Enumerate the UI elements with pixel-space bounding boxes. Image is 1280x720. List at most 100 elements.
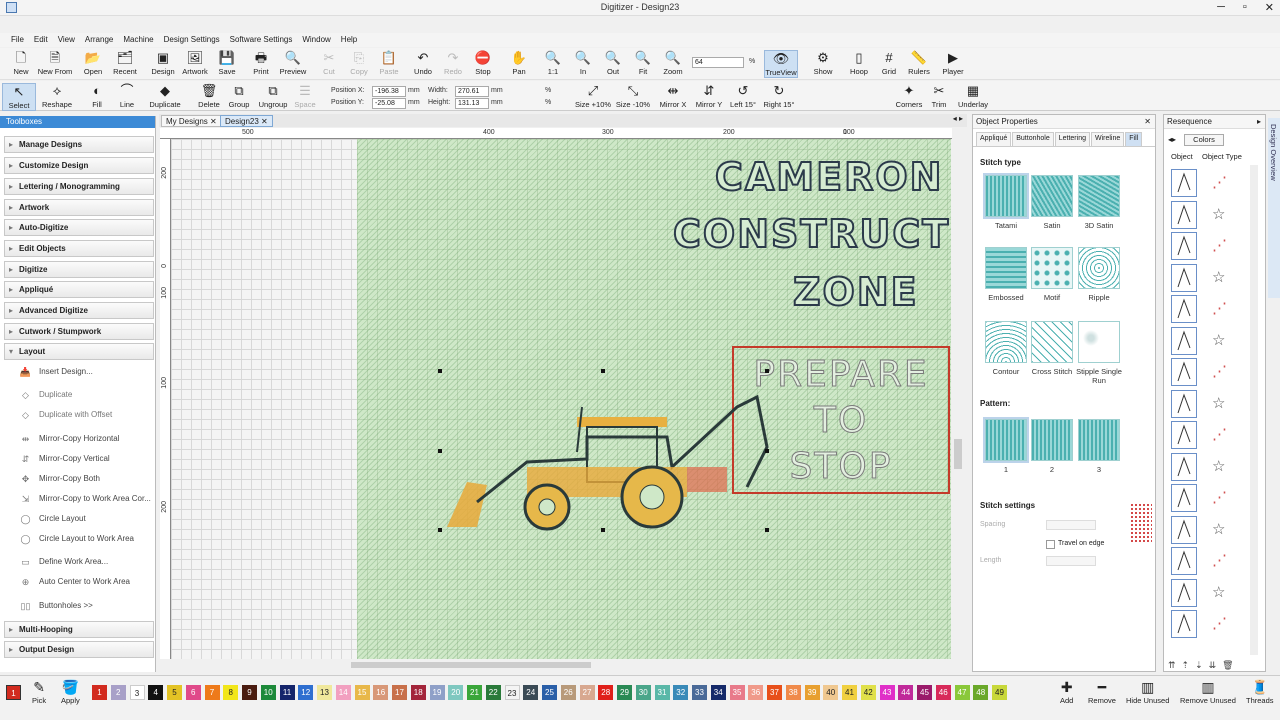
toolbox-digitize[interactable]: Digitize — [4, 261, 154, 278]
resequence-object-thumbnail[interactable] — [1171, 389, 1197, 418]
ungroup-tool-button[interactable]: ⧉ Ungroup — [256, 83, 290, 109]
show-button[interactable]: ⚙ Show — [806, 50, 840, 76]
size-10--button[interactable]: ⤡ Size -10% — [616, 83, 650, 109]
thread-color-chip[interactable]: 32 — [673, 685, 689, 700]
thread-color-chip[interactable]: 2 — [110, 685, 126, 700]
menu-design-settings[interactable]: Design Settings — [159, 33, 225, 47]
thread-color-chip[interactable]: 15 — [354, 685, 370, 700]
tab-scroll-icon[interactable]: ◂ ▸ — [953, 114, 963, 123]
group-tool-button[interactable]: ⧉ Group — [222, 83, 256, 109]
1-1-button[interactable]: 🔍 1:1 — [536, 50, 570, 76]
toolbox-appliqu-[interactable]: Appliqué — [4, 281, 154, 298]
space-tool-button[interactable]: ☰ Space — [288, 83, 322, 109]
select-tool-button[interactable]: ↖ Select — [2, 83, 36, 111]
thread-color-chip[interactable]: 37 — [767, 685, 782, 700]
thread-color-chip[interactable]: 28 — [598, 685, 614, 700]
thread-color-chip[interactable]: 1 — [92, 685, 107, 700]
tab-buttonhole[interactable]: Buttonhole — [1012, 132, 1054, 146]
apply-color-button[interactable]: 🪣 Apply — [61, 678, 80, 705]
thread-color-chip[interactable]: 8 — [223, 685, 239, 700]
thread-color-chip[interactable]: 27 — [579, 685, 595, 700]
selection-handle[interactable] — [438, 528, 442, 532]
selection-handle[interactable] — [765, 528, 769, 532]
pattern-1-swatch[interactable] — [983, 417, 1029, 463]
stitch-contour-swatch[interactable] — [985, 321, 1027, 363]
trueview-button[interactable]: 👁 TrueView — [764, 50, 798, 78]
tab-appliqu-[interactable]: Appliqué — [976, 132, 1012, 146]
thread-color-chip[interactable]: 30 — [635, 685, 651, 700]
thread-color-chip[interactable]: 40 — [823, 685, 839, 700]
resequence-object-thumbnail[interactable] — [1171, 200, 1197, 229]
thread-color-chip[interactable]: 25 — [542, 685, 557, 700]
resequence-object-thumbnail[interactable] — [1171, 578, 1197, 607]
trim-button[interactable]: ✂ Trim — [922, 83, 956, 109]
remove-unused-button[interactable]: ▥ Remove Unused — [1180, 678, 1236, 705]
thread-color-chip[interactable]: 43 — [879, 685, 895, 700]
thread-color-chip[interactable]: 6 — [185, 685, 201, 700]
layout-item-circle-layout-to-work-area[interactable]: ◯ Circle Layout to Work Area — [18, 533, 134, 545]
close-panel-icon[interactable]: ✕ — [1144, 115, 1151, 129]
tab-design23[interactable]: Design23 ✕ — [220, 115, 273, 127]
stitch-motif-swatch[interactable] — [1031, 247, 1073, 289]
thread-color-chip[interactable]: 33 — [692, 685, 707, 700]
layout-item-insert-design[interactable]: 📥 Insert Design... — [18, 366, 93, 378]
thread-color-chip[interactable]: 45 — [917, 685, 932, 700]
canvas-horizontal-scrollbar[interactable] — [171, 660, 951, 670]
toolbox-layout[interactable]: Layout — [4, 343, 154, 360]
thread-color-chip[interactable]: 29 — [617, 685, 632, 700]
resequence-toggle-icon[interactable]: ◂▸ — [1168, 135, 1176, 144]
selection-handle[interactable] — [438, 369, 442, 373]
thread-color-chip[interactable]: 44 — [898, 685, 914, 700]
selection-handle[interactable] — [765, 449, 769, 453]
resequence-object-thumbnail[interactable] — [1171, 515, 1197, 544]
menu-software-settings[interactable]: Software Settings — [225, 33, 298, 47]
delete-tool-button[interactable]: 🗑 Delete — [192, 83, 226, 109]
cut-button[interactable]: ✂ Cut — [312, 50, 346, 76]
resequence-object-thumbnail[interactable] — [1171, 263, 1197, 292]
stitch-satin-swatch[interactable] — [1031, 175, 1073, 217]
position-x-field[interactable]: -196.38 — [372, 86, 406, 97]
thread-color-chip[interactable]: 41 — [842, 685, 857, 700]
mirror-y-button[interactable]: ⇵ Mirror Y — [692, 83, 726, 109]
layout-item-mirror-copy-horizontal[interactable]: ⇹ Mirror-Copy Horizontal — [18, 433, 120, 445]
selection-handle[interactable] — [601, 369, 605, 373]
restore-icon[interactable]: ▫ — [1243, 1, 1247, 14]
line-tool-button[interactable]: ⌒ Line — [110, 83, 144, 109]
thread-color-chip[interactable]: 31 — [654, 685, 670, 700]
resequence-object-thumbnail[interactable] — [1171, 610, 1197, 638]
in-button[interactable]: 🔍 In — [566, 50, 600, 76]
selection-handle[interactable] — [438, 449, 442, 453]
toolbox-artwork[interactable]: Artwork — [4, 199, 154, 216]
thread-color-chip[interactable]: 39 — [804, 685, 820, 700]
pan-button[interactable]: ✋ Pan — [502, 50, 536, 76]
resequence-object-thumbnail[interactable] — [1171, 326, 1197, 355]
tab-lettering[interactable]: Lettering — [1054, 132, 1090, 146]
resequence-object-thumbnail[interactable] — [1171, 232, 1197, 260]
colors-button[interactable]: Colors — [1184, 134, 1224, 146]
toolbox-multi-hooping[interactable]: Multi-Hooping — [4, 621, 154, 638]
hide-unused-button[interactable]: ▥ Hide Unused — [1126, 678, 1169, 705]
resequence-object-thumbnail[interactable] — [1171, 484, 1197, 512]
stitch-3d-satin-swatch[interactable] — [1078, 175, 1120, 217]
reshape-tool-button[interactable]: ⟡ Reshape — [40, 83, 74, 109]
width-field[interactable]: 270.61 — [455, 86, 489, 97]
fill-tool-button[interactable]: ◐ Fill — [80, 83, 114, 109]
preview-button[interactable]: 🔍 Preview — [276, 50, 310, 76]
zoom-button[interactable]: 🔍 Zoom — [656, 50, 690, 76]
travel-on-edge-checkbox[interactable] — [1046, 540, 1055, 549]
minimize-icon[interactable]: ─ — [1217, 1, 1225, 14]
layout-item-duplicate[interactable]: ◇ Duplicate — [18, 389, 72, 401]
toolbox-cutwork-stumpwork[interactable]: Cutwork / Stumpwork — [4, 323, 154, 340]
resequence-object-thumbnail[interactable] — [1171, 421, 1197, 449]
layout-item-circle-layout[interactable]: ◯ Circle Layout — [18, 513, 85, 525]
undo-button[interactable]: ↶ Undo — [406, 50, 440, 76]
thread-color-chip[interactable]: 12 — [298, 685, 314, 700]
layout-item-mirror-copy-both[interactable]: ✥ Mirror-Copy Both — [18, 473, 100, 485]
menu-machine[interactable]: Machine — [118, 33, 158, 47]
tab-fill[interactable]: Fill — [1125, 132, 1143, 146]
close-tab-icon[interactable]: ✕ — [210, 117, 217, 126]
thread-color-chip[interactable]: 9 — [242, 685, 257, 700]
new-button[interactable]: 🗋 New — [4, 50, 38, 76]
layout-item-buttonholes[interactable]: ▯▯ Buttonholes >> — [18, 600, 93, 612]
height-field[interactable]: 131.13 — [455, 98, 489, 109]
